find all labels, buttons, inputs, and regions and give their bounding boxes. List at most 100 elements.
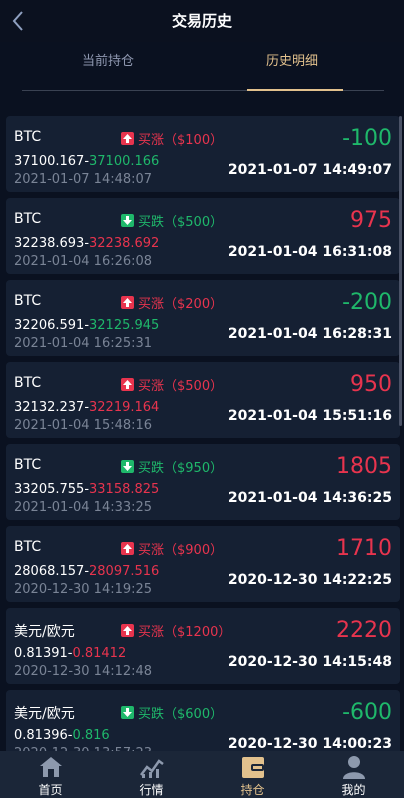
- record-open-price: 32132.237: [14, 400, 85, 415]
- record-prices: 28068.157-28097.516: [14, 564, 159, 579]
- record-close-time: 2021-01-04 15:51:16: [227, 408, 392, 424]
- nav-home[interactable]: 首页: [0, 751, 101, 798]
- arrow-up-icon: [121, 378, 134, 391]
- record-open-time: 2021-01-04 16:26:08: [14, 254, 153, 269]
- record-close-price: 33158.825: [89, 482, 160, 497]
- record-open-price: 32206.591: [14, 318, 85, 333]
- record-open-price: 37100.167: [14, 154, 85, 169]
- record-pnl: -100: [342, 126, 392, 151]
- record-pnl: -600: [342, 700, 392, 725]
- record-open-time: 2021-01-04 14:33:25: [14, 500, 153, 515]
- history-record[interactable]: BTC 买跌（$500） 32238.693-32238.692 2021-01-04…: [6, 198, 400, 274]
- record-direction-text: 买涨（$1200）: [138, 625, 232, 640]
- record-close-price: 28097.516: [89, 564, 160, 579]
- record-prices: 0.81391-0.81412: [14, 646, 126, 661]
- record-prices: 37100.167-37100.166: [14, 154, 159, 169]
- tab-active-indicator: [247, 89, 343, 91]
- tab-history-details[interactable]: 历史明细: [266, 50, 318, 69]
- user-icon: [343, 756, 365, 779]
- record-close-price: 37100.166: [89, 154, 160, 169]
- bottom-nav: 首页 行情 持仓 我的: [0, 751, 404, 798]
- nav-home-label: 首页: [38, 783, 63, 797]
- record-close-time: 2021-01-04 16:31:08: [227, 244, 392, 260]
- record-open-time: 2020-12-30 14:19:25: [14, 582, 153, 597]
- arrow-down-icon: [121, 460, 134, 473]
- record-symbol: BTC: [14, 539, 42, 555]
- record-open-price: 28068.157: [14, 564, 85, 579]
- header: 交易历史: [0, 0, 404, 42]
- history-record[interactable]: BTC 买涨（$900） 28068.157-28097.516 2020-12-30…: [6, 526, 400, 602]
- tab-bar: 当前持仓 历史明细: [22, 42, 384, 91]
- record-direction-text: 买涨（$200）: [138, 297, 224, 312]
- arrow-up-icon: [121, 542, 134, 555]
- wallet-icon: [242, 757, 264, 778]
- record-close-price: 0.816: [72, 728, 110, 743]
- scrollbar[interactable]: [399, 116, 402, 426]
- record-direction: 买涨（$900）: [121, 539, 223, 558]
- record-direction-text: 买涨（$900）: [138, 543, 224, 558]
- history-record[interactable]: BTC 买涨（$500） 32132.237-32219.164 2021-01-04…: [6, 362, 400, 438]
- record-symbol: BTC: [14, 293, 42, 309]
- record-open-time: 2021-01-07 14:48:07: [14, 172, 153, 187]
- record-close-time: 2021-01-07 14:49:07: [227, 162, 392, 178]
- page-title: 交易历史: [171, 12, 232, 30]
- record-direction-text: 买跌（$950）: [138, 461, 224, 476]
- arrow-up-icon: [121, 296, 134, 309]
- record-close-price: 32219.164: [89, 400, 160, 415]
- record-open-time: 2020-12-30 14:12:48: [14, 664, 153, 679]
- arrow-up-icon: [121, 624, 134, 637]
- nav-profile-label: 我的: [341, 783, 366, 797]
- record-close-price: 32238.692: [89, 236, 160, 251]
- record-symbol: 美元/欧元: [14, 706, 75, 722]
- record-prices: 32238.693-32238.692: [14, 236, 159, 251]
- history-record[interactable]: 美元/欧元买跌（$600）0.81396-0.8162020-12-30 13:…: [6, 690, 400, 751]
- history-record[interactable]: BTC 买跌（$950） 33205.755-33158.825 2021-01-04…: [6, 444, 400, 520]
- chart-icon: [140, 759, 164, 778]
- record-symbol: BTC: [14, 375, 42, 391]
- record-pnl: 1710: [336, 536, 392, 561]
- record-close-time: 2020-12-30 14:22:25: [227, 572, 392, 588]
- nav-positions-label: 持仓: [240, 783, 265, 797]
- record-direction: 买跌（$600）: [121, 703, 223, 722]
- record-open-price: 0.81391: [14, 646, 68, 661]
- history-record[interactable]: BTC 买涨（$100） 37100.167-37100.166 2021-01-07…: [6, 116, 400, 192]
- history-list[interactable]: BTC 买涨（$100） 37100.167-37100.166 2021-01-07…: [6, 116, 400, 751]
- home-icon: [40, 757, 62, 777]
- record-direction: 买跌（$500）: [121, 211, 223, 230]
- record-pnl: 1805: [336, 454, 392, 479]
- record-close-time: 2021-01-04 14:36:25: [227, 490, 392, 506]
- record-direction: 买涨（$500）: [121, 375, 223, 394]
- nav-market-label: 行情: [139, 783, 164, 797]
- record-open-price: 33205.755: [14, 482, 85, 497]
- record-prices: 33205.755-33158.825: [14, 482, 159, 497]
- nav-market[interactable]: 行情: [101, 751, 202, 798]
- record-open-price: 0.81396: [14, 728, 68, 743]
- arrow-down-icon: [121, 706, 134, 719]
- record-direction-text: 买涨（$500）: [138, 379, 224, 394]
- arrow-up-icon: [121, 132, 134, 145]
- record-close-price: 32125.945: [89, 318, 160, 333]
- tab-current-positions[interactable]: 当前持仓: [82, 50, 134, 69]
- record-pnl: 950: [350, 372, 392, 397]
- record-close-time: 2020-12-30 14:00:23: [227, 736, 392, 751]
- record-prices: 32132.237-32219.164: [14, 400, 159, 415]
- record-direction: 买涨（$1200）: [121, 621, 231, 640]
- record-open-price: 32238.693: [14, 236, 85, 251]
- record-pnl: 2220: [336, 618, 392, 643]
- record-direction: 买跌（$950）: [121, 457, 223, 476]
- record-open-time: 2021-01-04 16:25:31: [14, 336, 153, 351]
- nav-profile[interactable]: 我的: [303, 751, 404, 798]
- record-direction: 买涨（$100）: [121, 129, 223, 148]
- arrow-down-icon: [121, 214, 134, 227]
- record-direction-text: 买跌（$500）: [138, 215, 224, 230]
- record-symbol: 美元/欧元: [14, 624, 75, 640]
- record-symbol: BTC: [14, 129, 42, 145]
- record-close-time: 2020-12-30 14:15:48: [227, 654, 392, 670]
- record-symbol: BTC: [14, 211, 42, 227]
- history-record[interactable]: 美元/欧元 买涨（$1200） 0.81391-0.81412 2020-12-30 …: [6, 608, 400, 684]
- record-open-time: 2021-01-04 15:48:16: [14, 418, 153, 433]
- record-symbol: BTC: [14, 457, 42, 473]
- record-pnl: -200: [342, 290, 392, 315]
- history-record[interactable]: BTC 买涨（$200） 32206.591-32125.945 2021-01-04…: [6, 280, 400, 356]
- nav-positions[interactable]: 持仓: [202, 751, 303, 798]
